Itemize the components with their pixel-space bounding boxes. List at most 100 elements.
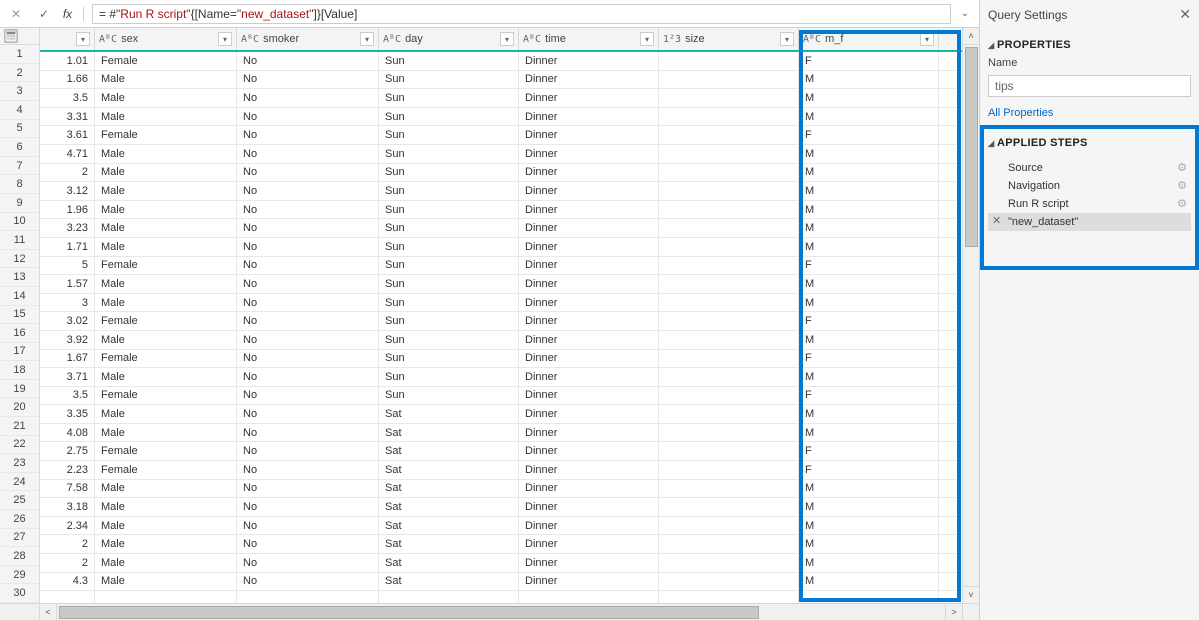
cell[interactable]: Male (95, 71, 237, 89)
row-number[interactable]: 22 (0, 436, 39, 455)
cell[interactable]: 5 (40, 257, 95, 275)
cell[interactable]: Male (95, 238, 237, 256)
cell[interactable] (659, 517, 799, 535)
close-panel-icon[interactable]: ✕ (1179, 6, 1191, 23)
column-header-sex[interactable]: AᴮCsex▾ (95, 28, 237, 50)
cell[interactable]: Male (95, 294, 237, 312)
cell[interactable]: M (799, 517, 939, 535)
cell[interactable] (659, 442, 799, 460)
row-number[interactable]: 15 (0, 306, 39, 325)
cell[interactable]: Sun (379, 219, 519, 237)
cell[interactable]: No (237, 108, 379, 126)
cell[interactable]: No (237, 405, 379, 423)
cell[interactable] (799, 591, 939, 603)
cell[interactable]: Sun (379, 126, 519, 144)
row-number[interactable]: 19 (0, 380, 39, 399)
scroll-left-icon[interactable]: ˂ (40, 604, 57, 620)
cell[interactable] (659, 535, 799, 553)
horizontal-scrollbar[interactable]: ˂ ˃ (40, 604, 962, 620)
table-row[interactable]: 5FemaleNoSunDinnerF (40, 257, 962, 276)
cell[interactable]: 2.75 (40, 442, 95, 460)
cell[interactable] (40, 591, 95, 603)
column-filter-icon[interactable]: ▾ (780, 32, 794, 46)
cell[interactable]: Dinner (519, 126, 659, 144)
row-number[interactable]: 1 (0, 45, 39, 64)
table-row[interactable]: 3.18MaleNoSatDinnerM (40, 498, 962, 517)
cell[interactable]: Dinner (519, 89, 659, 107)
cell[interactable]: Dinner (519, 52, 659, 70)
fx-icon[interactable]: fx (60, 7, 84, 21)
cell[interactable]: No (237, 145, 379, 163)
column-filter-icon[interactable]: ▾ (360, 32, 374, 46)
select-all-corner[interactable] (0, 28, 39, 45)
row-number[interactable]: 25 (0, 491, 39, 510)
row-number[interactable]: 11 (0, 231, 39, 250)
column-header-index[interactable]: ▾ (40, 28, 95, 50)
cell[interactable]: Dinner (519, 164, 659, 182)
row-number[interactable]: 16 (0, 324, 39, 343)
row-number[interactable]: 21 (0, 417, 39, 436)
cell[interactable]: Dinner (519, 312, 659, 330)
cell[interactable] (659, 108, 799, 126)
cell[interactable]: Dinner (519, 461, 659, 479)
cell[interactable]: Dinner (519, 71, 659, 89)
cell[interactable]: Dinner (519, 387, 659, 405)
cell[interactable]: M (799, 89, 939, 107)
cell[interactable]: 3.71 (40, 368, 95, 386)
step-settings-icon[interactable]: ⚙ (1177, 161, 1187, 174)
cell[interactable]: Sun (379, 257, 519, 275)
cell[interactable]: No (237, 89, 379, 107)
cell[interactable]: 1.66 (40, 71, 95, 89)
cell[interactable]: No (237, 517, 379, 535)
cell[interactable]: No (237, 498, 379, 516)
cell[interactable]: Sun (379, 294, 519, 312)
scroll-thumb[interactable] (965, 47, 978, 247)
table-row[interactable]: 3.71MaleNoSunDinnerM (40, 368, 962, 387)
cell[interactable] (659, 182, 799, 200)
cell[interactable]: No (237, 219, 379, 237)
accept-formula-icon[interactable]: ✓ (32, 3, 56, 25)
cell[interactable]: No (237, 164, 379, 182)
cell[interactable]: Dinner (519, 573, 659, 591)
cell[interactable]: No (237, 331, 379, 349)
cell[interactable] (659, 164, 799, 182)
row-number[interactable]: 24 (0, 473, 39, 492)
cell[interactable] (659, 350, 799, 368)
table-row[interactable]: 2.23FemaleNoSatDinnerF (40, 461, 962, 480)
cell[interactable]: Male (95, 331, 237, 349)
row-number[interactable]: 10 (0, 213, 39, 232)
cell[interactable]: 1.71 (40, 238, 95, 256)
cell[interactable] (659, 257, 799, 275)
cell[interactable]: Sat (379, 498, 519, 516)
cell[interactable]: Dinner (519, 275, 659, 293)
cell[interactable]: Sat (379, 442, 519, 460)
column-header-size[interactable]: 1²3size▾ (659, 28, 799, 50)
cell[interactable]: Sat (379, 405, 519, 423)
all-properties-link[interactable]: All Properties (988, 107, 1191, 119)
column-filter-icon[interactable]: ▾ (920, 32, 934, 46)
cell[interactable] (659, 145, 799, 163)
cell[interactable]: Sun (379, 331, 519, 349)
cell[interactable]: F (799, 257, 939, 275)
cell[interactable]: 2 (40, 164, 95, 182)
cell[interactable]: Female (95, 126, 237, 144)
column-filter-icon[interactable]: ▾ (640, 32, 654, 46)
cell[interactable]: 2 (40, 535, 95, 553)
column-header-day[interactable]: AᴮCday▾ (379, 28, 519, 50)
cell[interactable]: 3 (40, 294, 95, 312)
column-filter-icon[interactable]: ▾ (218, 32, 232, 46)
query-name-input[interactable] (988, 75, 1191, 97)
cell[interactable]: Female (95, 350, 237, 368)
cell[interactable]: Male (95, 108, 237, 126)
cell[interactable]: Male (95, 275, 237, 293)
cell[interactable] (659, 52, 799, 70)
cell[interactable]: 3.23 (40, 219, 95, 237)
cell[interactable]: 4.08 (40, 424, 95, 442)
cell[interactable]: Dinner (519, 201, 659, 219)
vertical-scrollbar[interactable]: ˄ ˅ (962, 28, 979, 603)
applied-step[interactable]: ✕"new_dataset" (988, 213, 1191, 231)
table-row[interactable]: 3.92MaleNoSunDinnerM (40, 331, 962, 350)
row-number[interactable]: 5 (0, 120, 39, 139)
cell[interactable]: Dinner (519, 238, 659, 256)
cell[interactable]: Dinner (519, 517, 659, 535)
